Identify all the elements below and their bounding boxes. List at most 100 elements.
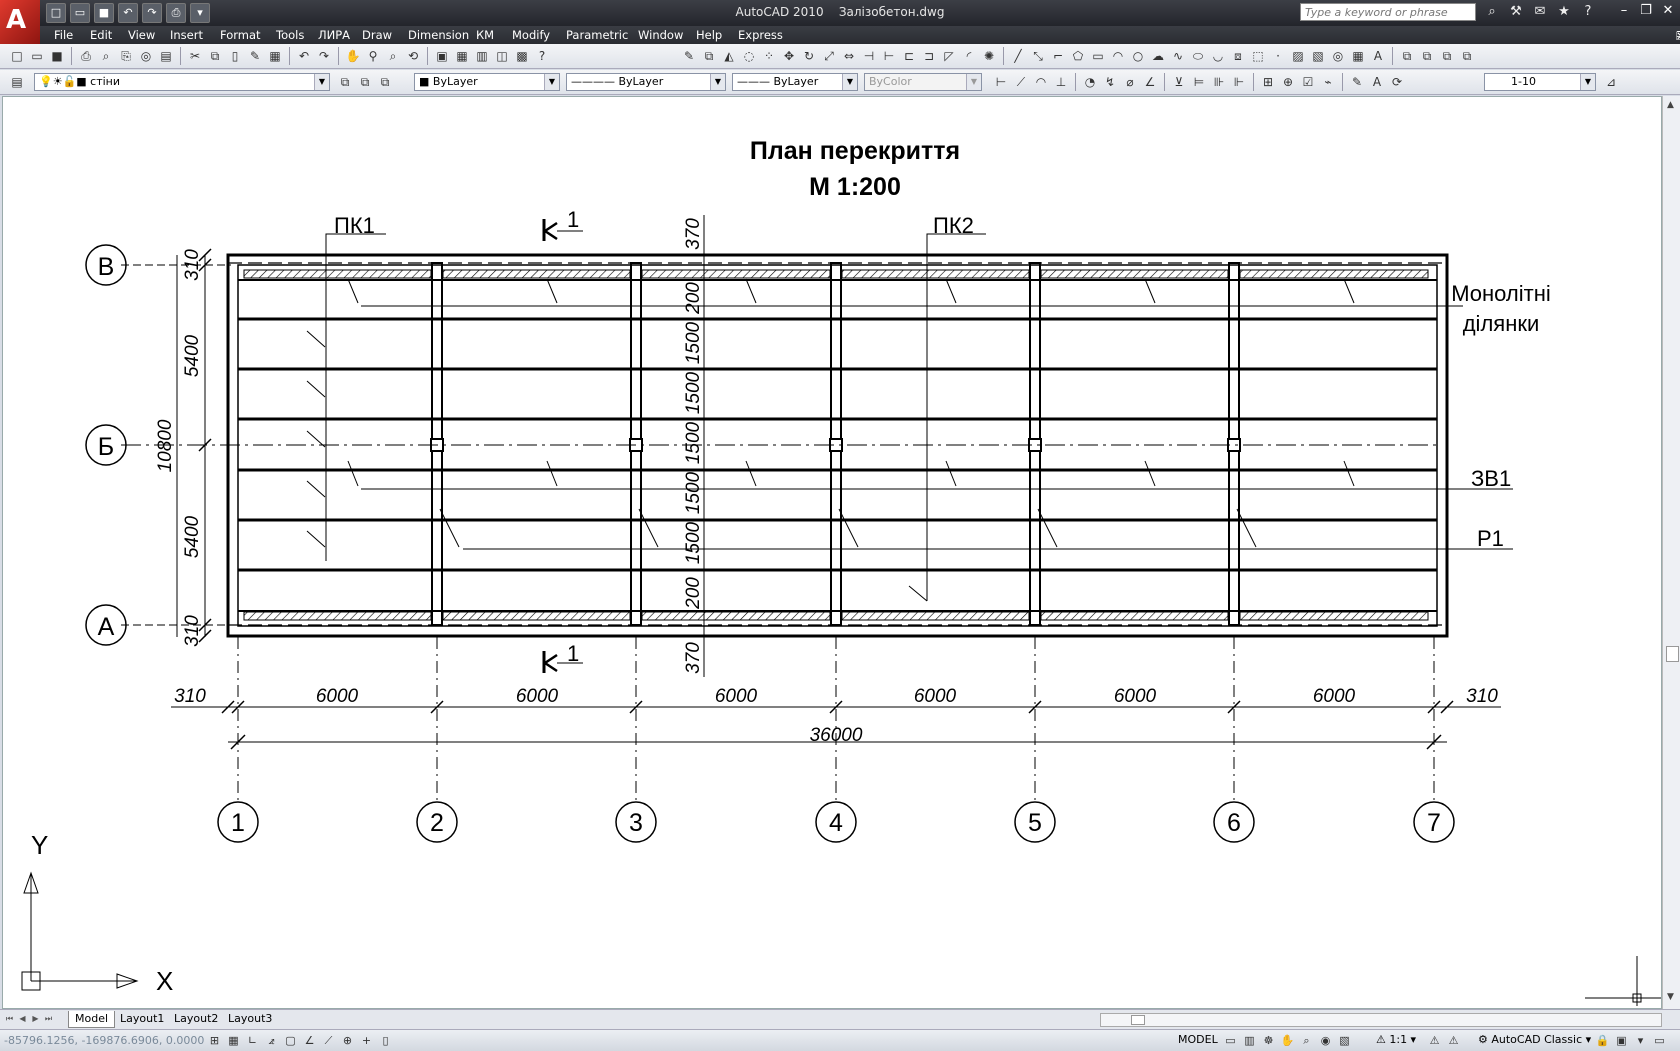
communication-icon[interactable]: ✉ [1530,3,1550,21]
zoom-window-icon[interactable]: ⌕ [384,47,402,65]
close-icon[interactable]: ✕ [1660,3,1676,19]
allow-dynamic-ucs-icon[interactable]: ⟋ [320,1032,337,1049]
mirror-icon[interactable]: ◭ [720,47,738,65]
ellipse-icon[interactable]: ⬭ [1189,47,1207,65]
polygon-icon[interactable]: ⬠ [1069,47,1087,65]
array-icon[interactable]: ⁘ [760,47,778,65]
quick-properties-icon[interactable]: ▯ [377,1032,394,1049]
doc-close-icon[interactable]: ✕ [1676,29,1680,43]
redo-icon[interactable]: ↷ [142,3,162,23]
cut-icon[interactable]: ✂ [186,47,204,65]
tab-layout3[interactable]: Layout3 [222,1011,278,1027]
menu-express[interactable]: Express [738,28,783,42]
calculator-icon[interactable]: ▩ [513,47,531,65]
showmotion-icon[interactable]: ◉ [1317,1032,1334,1049]
save-icon[interactable]: ■ [94,3,114,23]
plotstyle-dropdown[interactable]: ByColor ▼ [864,73,982,91]
match-properties-icon[interactable]: ✎ [246,47,264,65]
menu-dimension[interactable]: Dimension [408,28,469,42]
menu-format[interactable]: Format [220,28,261,42]
erase-icon[interactable]: ✎ [680,47,698,65]
previous-tab-icon[interactable]: ◀ [17,1012,28,1025]
drawing-area[interactable]: План перекриття М 1:200 ПК1 ПК2 Монолітн… [2,96,1662,1009]
scroll-down-icon[interactable]: ▼ [1667,992,1674,1002]
grid-display-icon[interactable]: ▦ [225,1032,242,1049]
break-icon[interactable]: ⊏ [900,47,918,65]
arc-length-icon[interactable]: ◠ [1032,73,1050,91]
properties-icon[interactable]: ▣ [433,47,451,65]
horizontal-scroll-thumb[interactable] [1131,1015,1145,1025]
model-space-toggle[interactable]: MODEL [1176,1032,1220,1048]
draworder-back-icon[interactable]: ⧉ [1418,47,1436,65]
lock-icon[interactable]: 🔒 [1594,1032,1611,1049]
scroll-up-icon[interactable]: ▲ [1667,100,1674,110]
multiline-text-icon[interactable]: A [1369,47,1387,65]
menu-lira[interactable]: ЛИРА [318,28,350,42]
menu-tools[interactable]: Tools [276,28,304,42]
menu-modify[interactable]: Modify [512,28,550,42]
insert-block-icon[interactable]: ⧈ [1229,47,1247,65]
status-menu-icon[interactable]: ▾ [1632,1032,1649,1049]
menu-edit[interactable]: Edit [90,28,112,42]
tab-layout1[interactable]: Layout1 [114,1011,170,1027]
line-icon[interactable]: ╱ [1009,47,1027,65]
make-block-icon[interactable]: ⬚ [1249,47,1267,65]
menu-parametric[interactable]: Parametric [566,28,628,42]
dimension-edit-icon[interactable]: ✎ [1348,73,1366,91]
ordinate-dimension-icon[interactable]: ⊥ [1052,73,1070,91]
ortho-mode-icon[interactable]: ∟ [244,1032,261,1049]
angular-dimension-icon[interactable]: ∠ [1141,73,1159,91]
clean-screen-icon[interactable]: ▭ [1651,1032,1668,1049]
menu-view[interactable]: View [128,28,155,42]
workspace-switcher[interactable]: ⚙ AutoCAD Classic ▾ [1478,1032,1591,1048]
redo-icon[interactable]: ↷ [315,47,333,65]
lineweight-dropdown[interactable]: ——— ByLayer ▼ [732,73,858,91]
center-mark-icon[interactable]: ⊕ [1279,73,1297,91]
layer-manager-icon[interactable]: ▤ [8,73,26,91]
baseline-dimension-icon[interactable]: ⊨ [1190,73,1208,91]
tool-palettes-icon[interactable]: ▥ [473,47,491,65]
layer-dropdown[interactable]: 💡☀🔓■ стіни ▼ [34,73,330,91]
arc-icon[interactable]: ◠ [1109,47,1127,65]
dimstyle-dropdown[interactable]: 1-10 ▼ [1484,73,1596,91]
menu-km[interactable]: КМ [476,28,494,42]
binoculars-icon[interactable]: ⌕ [1482,3,1502,21]
jogged-linear-icon[interactable]: ⌁ [1319,73,1337,91]
point-icon[interactable]: · [1269,47,1287,65]
vertical-scrollbar[interactable]: ▲ ▼ [1662,96,1680,1009]
plot-icon[interactable]: ⎙ [77,47,95,65]
move-icon[interactable]: ✥ [780,47,798,65]
region-icon[interactable]: ◎ [1329,47,1347,65]
zoom-previous-icon[interactable]: ⟲ [404,47,422,65]
publish-icon[interactable]: ⎘ [117,47,135,65]
auto-scale-icon[interactable]: ⚠ [1445,1032,1462,1049]
dimension-update-icon[interactable]: ⟳ [1388,73,1406,91]
minimize-icon[interactable]: – [1616,3,1632,19]
explode-icon[interactable]: ✺ [980,47,998,65]
layer-states-icon[interactable]: ⧉ [376,73,394,91]
rotate-icon[interactable]: ↻ [800,47,818,65]
qat-dropdown-icon[interactable]: ▾ [190,3,210,23]
object-snap-icon[interactable]: ▢ [282,1032,299,1049]
revision-cloud-icon[interactable]: ☁ [1149,47,1167,65]
aligned-dimension-icon[interactable]: ⟋ [1012,73,1030,91]
first-tab-icon[interactable]: ⏮ [4,1012,15,1025]
extend-icon[interactable]: ⊢ [880,47,898,65]
pan-icon[interactable]: ✋ [344,47,362,65]
plot-icon[interactable]: ⎙ [166,3,186,23]
new-icon[interactable]: □ [8,47,26,65]
object-snap-tracking-icon[interactable]: ∠ [301,1032,318,1049]
help-icon[interactable]: ? [533,47,551,65]
dimension-style-icon[interactable]: ⊿ [1602,73,1620,91]
open-icon[interactable]: ▭ [28,47,46,65]
gradient-icon[interactable]: ▧ [1309,47,1327,65]
sheet-set-icon[interactable]: ▤ [157,47,175,65]
help-search-input[interactable]: Type a keyword or phrase [1300,3,1476,21]
hatch-icon[interactable]: ▨ [1289,47,1307,65]
dynamic-input-icon[interactable]: ⊕ [339,1032,356,1049]
linear-dimension-icon[interactable]: ⊢ [992,73,1010,91]
scale-icon[interactable]: ⤢ [820,47,838,65]
circle-icon[interactable]: ○ [1129,47,1147,65]
restore-icon[interactable]: ❐ [1638,3,1654,19]
linetype-dropdown[interactable]: ———— ByLayer ▼ [566,73,726,91]
